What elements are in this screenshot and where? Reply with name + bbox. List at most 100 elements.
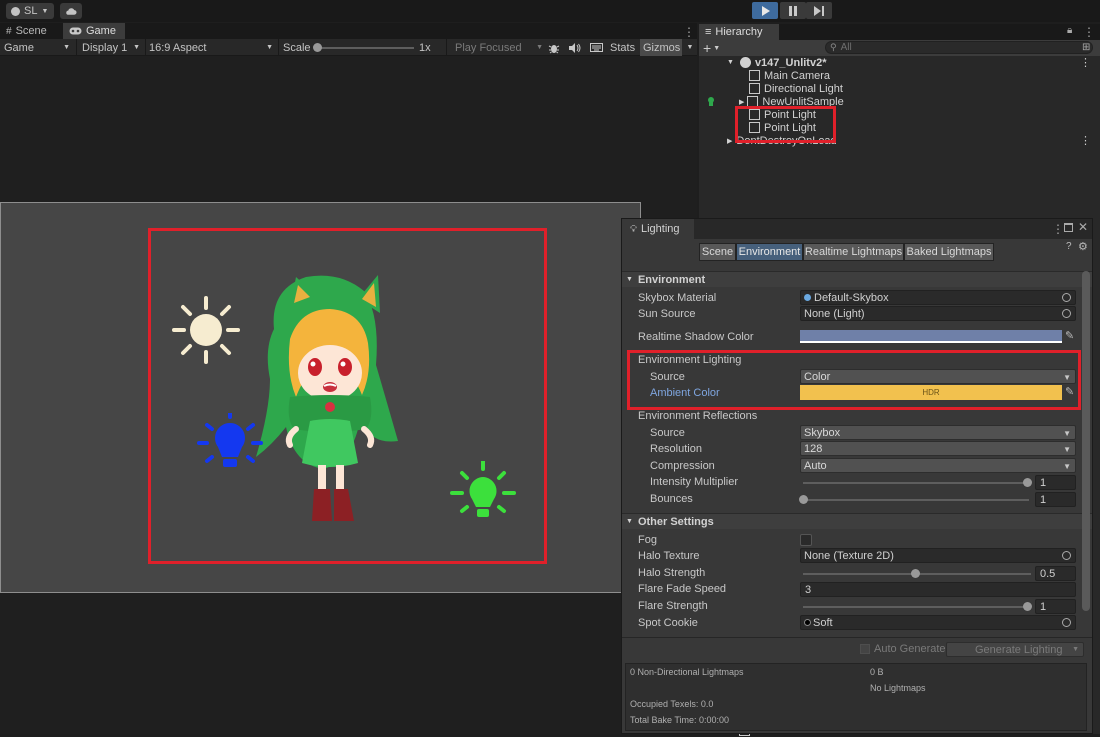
hierarchy-item-label: Directional Light [764, 82, 843, 95]
scale-value: 1x [419, 41, 431, 54]
scene-row[interactable]: ▼ v147_Unlitv2* ⋮ [727, 56, 1097, 70]
bug-icon[interactable] [548, 39, 560, 56]
spot-cookie-field[interactable]: Soft [800, 615, 1076, 630]
account-button[interactable]: SL ▼ [6, 3, 54, 19]
gear-icon[interactable]: ⚙ [1078, 240, 1088, 253]
pause-icon [789, 5, 797, 16]
left-tab-bar: # Scene Game ⋮ [0, 23, 697, 39]
maximize-icon[interactable] [1064, 223, 1073, 232]
halo-strength-slider-knob[interactable] [911, 569, 920, 578]
filter-icon[interactable]: ⊞ [1082, 42, 1090, 53]
cloud-button[interactable] [60, 3, 82, 19]
flare-strength-slider-track[interactable] [803, 606, 1029, 608]
skybox-material-label: Skybox Material [638, 292, 717, 304]
chevron-down-icon[interactable]: ▼ [684, 39, 696, 56]
vertical-scrollbar[interactable] [1082, 271, 1090, 611]
skybox-material-field[interactable]: Default-Skybox [800, 290, 1076, 305]
chevron-down-icon: ▼ [266, 44, 273, 51]
resolution-label: Resolution [650, 443, 702, 455]
tab-realtime-lightmaps[interactable]: Realtime Lightmaps [803, 243, 904, 261]
tab-scene[interactable]: # Scene [0, 23, 53, 39]
play-icon [761, 5, 770, 16]
lighting-tab-bar: 💡︎ Lighting ⋮ ✕ [622, 219, 1092, 239]
realtime-shadow-color-swatch[interactable] [800, 330, 1062, 343]
lightbulb-icon: 💡︎ [630, 223, 637, 235]
tab-environment[interactable]: Environment [736, 243, 803, 261]
display-dropdown[interactable]: Display 1 ▼ [82, 39, 144, 56]
other-settings-section-header[interactable]: ▼ Other Settings [622, 513, 1092, 529]
close-icon[interactable]: ✕ [1078, 220, 1088, 234]
reflection-source-dropdown[interactable]: Skybox ▼ [800, 425, 1076, 440]
account-icon [11, 6, 20, 16]
hierarchy-search-field[interactable]: ⚲ All [825, 41, 1093, 54]
tab-scene[interactable]: Scene [699, 243, 736, 261]
tab-baked-lightmaps[interactable]: Baked Lightmaps [904, 243, 994, 261]
object-picker-icon[interactable] [1062, 618, 1071, 627]
step-icon [814, 5, 824, 16]
lighting-window: 💡︎ Lighting ⋮ ✕ Scene Environment Realti… [621, 218, 1093, 734]
flare-strength-slider-knob[interactable] [1023, 602, 1032, 611]
halo-texture-field[interactable]: None (Texture 2D) [800, 548, 1076, 563]
intensity-slider-knob[interactable] [1023, 478, 1032, 487]
bounces-slider-track[interactable] [803, 499, 1029, 501]
tab-lighting[interactable]: 💡︎ Lighting [622, 219, 694, 239]
play-button[interactable] [752, 2, 778, 19]
speaker-icon[interactable] [569, 39, 581, 56]
compression-dropdown[interactable]: Auto ▼ [800, 458, 1076, 473]
scale-slider-knob[interactable] [313, 43, 322, 52]
lightmap-info-box: 0 Non-Directional Lightmaps 0 B No Light… [625, 663, 1087, 731]
search-icon: ⚲ [830, 42, 837, 52]
chevron-down-icon: ▼ [133, 44, 140, 51]
resolution-dropdown[interactable]: 128 ▼ [800, 441, 1076, 456]
bounces-slider-knob[interactable] [799, 495, 808, 504]
hierarchy-title: Hierarchy [715, 26, 763, 38]
flare-fade-speed-field[interactable]: 3 [800, 582, 1076, 597]
environment-section-header[interactable]: ▼ Environment [622, 271, 1092, 287]
more-options-icon[interactable]: ⋮ [1052, 222, 1064, 236]
gamepad-icon [69, 27, 82, 35]
gameobject-cube-icon [749, 83, 760, 94]
auto-generate-label: Auto Generate [874, 643, 946, 655]
intensity-value-field[interactable]: 1 [1035, 475, 1076, 490]
more-options-icon[interactable]: ⋮ [1080, 56, 1091, 69]
object-picker-icon[interactable] [1062, 293, 1071, 302]
help-icon[interactable]: ? [1066, 241, 1072, 252]
bounces-value-field[interactable]: 1 [1035, 492, 1076, 507]
tab-hierarchy[interactable]: ≡ Hierarchy [699, 24, 779, 40]
eyedropper-icon[interactable]: ✎ [1065, 329, 1074, 342]
fog-checkbox[interactable] [800, 534, 812, 546]
aspect-dropdown[interactable]: 16:9 Aspect ▼ [149, 39, 275, 56]
realtime-shadow-color-label: Realtime Shadow Color [638, 331, 754, 343]
sun-source-field[interactable]: None (Light) [800, 306, 1076, 321]
halo-strength-value-field[interactable]: 0.5 [1035, 566, 1076, 581]
object-picker-icon[interactable] [1062, 309, 1071, 318]
texture-icon [804, 619, 811, 626]
gizmos-toggle[interactable]: Gizmos [640, 39, 682, 56]
hierarchy-item[interactable]: Directional Light [749, 82, 843, 95]
generate-lighting-button[interactable]: Generate Lighting ▼ [946, 642, 1084, 657]
non-directional-lightmaps-text: 0 Non-Directional Lightmaps [630, 667, 744, 677]
spot-cookie-value: Soft [813, 616, 833, 629]
object-picker-icon[interactable] [1062, 551, 1071, 560]
auto-generate-checkbox[interactable] [860, 644, 870, 654]
tab-game[interactable]: Game [63, 23, 125, 39]
add-icon[interactable]: + ▼ [703, 40, 720, 56]
hierarchy-item[interactable]: Main Camera [749, 69, 830, 82]
more-options-icon[interactable]: ⋮ [1083, 25, 1095, 39]
keyboard-icon[interactable] [590, 39, 603, 56]
stats-toggle[interactable]: Stats [610, 39, 635, 56]
reflection-source-value: Skybox [804, 426, 841, 439]
play-focused-dropdown[interactable]: Play Focused ▼ [455, 39, 543, 56]
lock-icon[interactable]: 🔒︎ [1067, 25, 1072, 36]
step-button[interactable] [806, 2, 832, 19]
cloud-icon [66, 7, 77, 15]
intensity-slider-track[interactable] [803, 482, 1029, 484]
more-options-icon[interactable]: ⋮ [683, 25, 695, 39]
skybox-material-value: Default-Skybox [814, 291, 889, 304]
game-mode-dropdown[interactable]: Game ▼ [4, 39, 74, 56]
pause-button[interactable] [780, 2, 806, 19]
flare-strength-value-field[interactable]: 1 [1035, 599, 1076, 614]
highlight-box-point-lights [735, 106, 836, 143]
scale-slider-track[interactable] [316, 47, 414, 49]
more-options-icon[interactable]: ⋮ [1080, 134, 1091, 147]
